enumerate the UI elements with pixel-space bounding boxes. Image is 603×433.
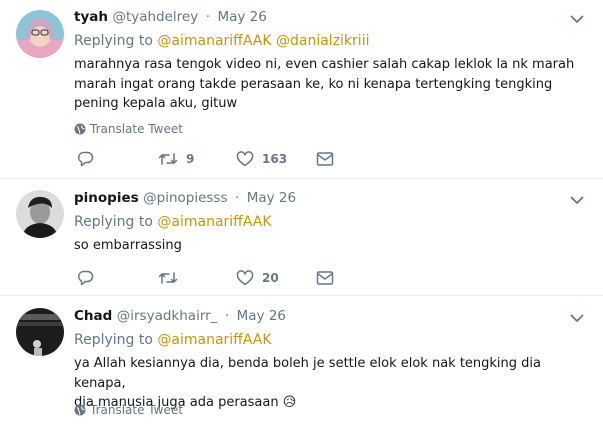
like-count: 163 (262, 152, 288, 166)
separator-dot: · (205, 9, 210, 25)
mention-link[interactable]: @aimanariffAAK (157, 214, 271, 230)
globe-icon (74, 404, 86, 416)
retweet-count: 9 (186, 152, 195, 166)
display-name[interactable]: pinopies (74, 190, 139, 206)
reply-button[interactable] (77, 151, 102, 167)
tweet-date[interactable]: May 26 (237, 308, 286, 324)
globe-icon (74, 123, 86, 135)
tweet-text: marahnya rasa tengok video ni, even cash… (74, 57, 575, 111)
tweet-date[interactable]: May 26 (247, 190, 296, 206)
display-name[interactable]: Chad (74, 308, 112, 324)
reply-icon (77, 270, 94, 286)
replying-to-label: Replying to (74, 214, 153, 230)
translate-tweet-link[interactable]: Translate Tweet (74, 403, 183, 417)
dm-icon (316, 152, 334, 166)
mention-link[interactable]: @danialzikriii (276, 33, 369, 49)
chevron-down-icon[interactable] (569, 11, 585, 27)
like-icon (236, 151, 254, 167)
tweet[interactable]: pinopies @pinopiesss · May 26 Replying t… (0, 179, 603, 296)
like-button[interactable]: 20 (236, 270, 279, 286)
replying-to-label: Replying to (74, 332, 153, 348)
mention-link[interactable]: @aimanariffAAK (157, 33, 271, 49)
avatar[interactable] (16, 190, 64, 238)
dm-icon (316, 271, 334, 285)
tweet[interactable]: tyah @tyahdelrey · May 26 Replying to @a… (0, 0, 603, 179)
translate-label: Translate Tweet (90, 403, 183, 417)
chevron-down-icon[interactable] (569, 310, 585, 326)
replying-to-label: Replying to (74, 33, 153, 49)
retweet-button[interactable] (158, 270, 186, 286)
avatar[interactable] (16, 10, 64, 58)
translate-label: Translate Tweet (90, 122, 183, 136)
username[interactable]: @irsyadkhairr_ (117, 308, 218, 324)
direct-message-button[interactable] (316, 270, 334, 286)
like-icon (236, 270, 254, 286)
reply-button[interactable] (77, 270, 102, 286)
separator-dot: · (224, 308, 230, 324)
tweet-text: so embarrassing (74, 238, 182, 253)
reply-icon (77, 151, 94, 167)
like-count: 20 (262, 271, 279, 285)
tweet-text-line: ya Allah kesiannya dia, benda boleh je s… (74, 356, 541, 391)
retweet-button[interactable]: 9 (158, 151, 194, 167)
translate-tweet-link[interactable]: Translate Tweet (74, 122, 183, 136)
direct-message-button[interactable] (316, 151, 334, 167)
display-name[interactable]: tyah (74, 9, 108, 25)
mention-link[interactable]: @aimanariffAAK (157, 332, 271, 348)
tweet[interactable]: Chad @irsyadkhairr_ · May 26 Replying to… (0, 296, 603, 433)
retweet-icon (158, 153, 178, 165)
username[interactable]: @pinopiesss (143, 190, 227, 206)
chevron-down-icon[interactable] (569, 192, 585, 208)
username[interactable]: @tyahdelrey (112, 9, 198, 25)
like-button[interactable]: 163 (236, 151, 287, 167)
tweet-date[interactable]: May 26 (217, 9, 266, 25)
crying-face-emoji: 😥 (282, 395, 297, 410)
separator-dot: · (234, 190, 240, 206)
retweet-icon (158, 272, 178, 284)
avatar[interactable] (16, 308, 64, 356)
